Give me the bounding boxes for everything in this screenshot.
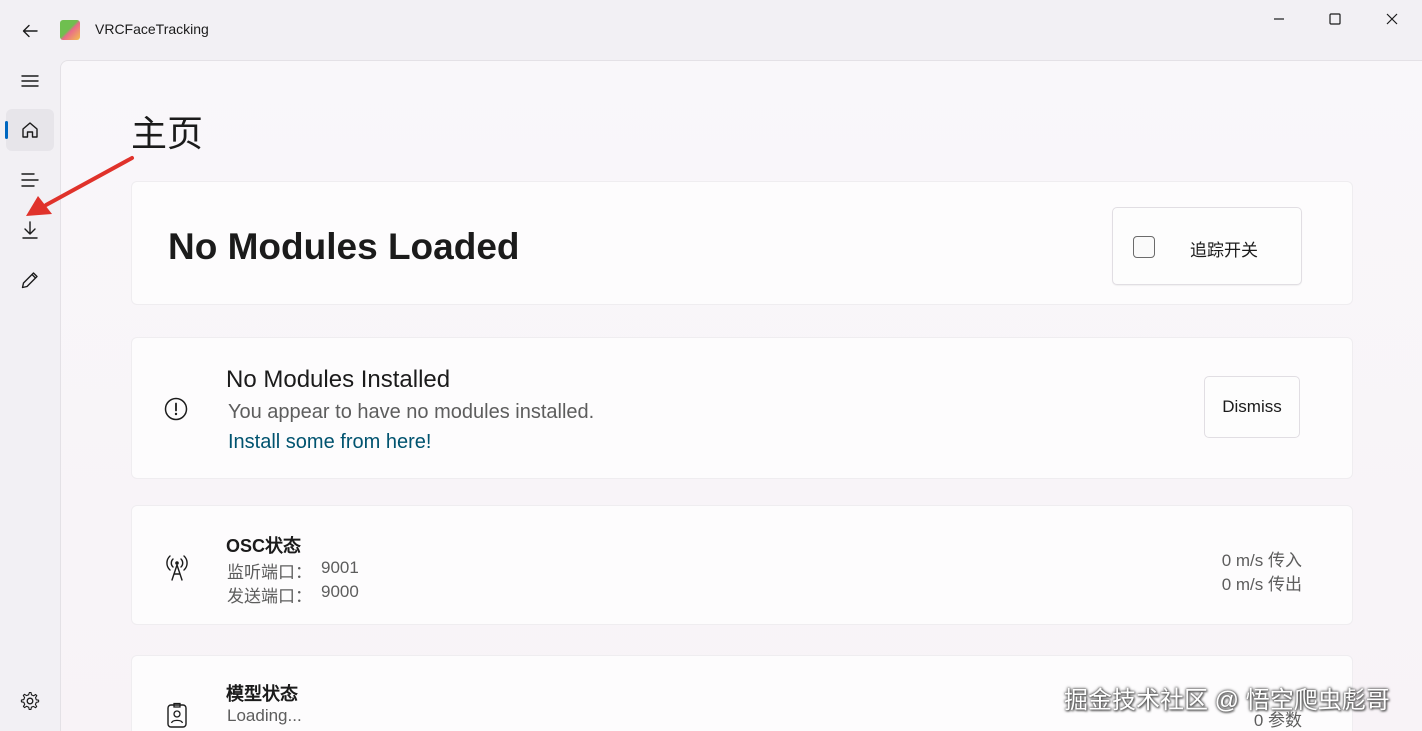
nav-item-download[interactable] bbox=[6, 209, 54, 251]
close-icon bbox=[1386, 13, 1398, 25]
app-title: VRCFaceTracking bbox=[95, 21, 209, 37]
list-icon bbox=[21, 173, 39, 187]
no-modules-notice: No Modules Installed You appear to have … bbox=[131, 337, 1353, 479]
gear-icon bbox=[20, 691, 40, 711]
nav-item-home[interactable] bbox=[6, 109, 54, 151]
install-modules-link[interactable]: Install some from here! bbox=[228, 431, 431, 454]
osc-status-card: OSC状态 监听端口： 9001 发送端口： 9000 0 m/s 传入 0 m… bbox=[131, 505, 1353, 625]
title-bar: VRCFaceTracking bbox=[0, 0, 1422, 60]
tracking-toggle[interactable]: 追踪开关 bbox=[1112, 207, 1302, 285]
maximize-button[interactable] bbox=[1312, 6, 1358, 32]
id-badge-icon bbox=[167, 702, 187, 728]
notice-message: You appear to have no modules installed. bbox=[228, 401, 595, 423]
notice-title: No Modules Installed bbox=[226, 366, 451, 393]
tracking-toggle-label: 追踪开关 bbox=[1190, 241, 1258, 260]
back-arrow-icon bbox=[22, 24, 38, 38]
listen-port-row: 监听端口： 9001 bbox=[227, 558, 359, 583]
hamburger-menu-button[interactable] bbox=[6, 60, 54, 102]
tracking-status-card: No Modules Loaded 追踪开关 bbox=[131, 181, 1353, 305]
osc-status-title: OSC状态 bbox=[226, 536, 302, 556]
broadcast-tower-icon bbox=[166, 555, 188, 581]
nav-item-list[interactable] bbox=[6, 159, 54, 201]
app-logo bbox=[60, 20, 80, 40]
watermark: 掘金技术社区 @ 悟空爬虫彪哥 bbox=[1064, 687, 1390, 714]
send-port-label: 发送端口： bbox=[227, 587, 312, 606]
modules-loaded-status: No Modules Loaded bbox=[168, 226, 520, 267]
back-button[interactable] bbox=[14, 16, 46, 46]
selected-indicator bbox=[5, 121, 8, 139]
incoming-rate: 0 m/s 传入 bbox=[1221, 551, 1302, 570]
send-port-value: 9000 bbox=[321, 582, 359, 601]
info-icon bbox=[164, 397, 188, 421]
main-content: 主页 No Modules Loaded 追踪开关 No Modules Ins… bbox=[60, 60, 1422, 731]
dismiss-button[interactable]: Dismiss bbox=[1204, 376, 1300, 438]
listen-port-value: 9001 bbox=[321, 558, 359, 577]
send-port-row: 发送端口： 9000 bbox=[227, 582, 359, 607]
tracking-checkbox[interactable] bbox=[1133, 236, 1155, 258]
hamburger-icon bbox=[21, 75, 39, 87]
nav-item-edit[interactable] bbox=[6, 259, 54, 301]
download-icon bbox=[22, 221, 38, 239]
maximize-icon bbox=[1329, 13, 1341, 25]
page-title: 主页 bbox=[131, 113, 204, 154]
outgoing-rate: 0 m/s 传出 bbox=[1221, 575, 1302, 594]
nav-item-settings[interactable] bbox=[6, 680, 54, 722]
home-icon bbox=[22, 122, 38, 138]
model-status-title: 模型状态 bbox=[226, 684, 298, 704]
model-loading-text: Loading... bbox=[227, 706, 302, 725]
listen-port-label: 监听端口： bbox=[227, 563, 312, 582]
close-button[interactable] bbox=[1369, 6, 1415, 32]
minimize-icon bbox=[1274, 18, 1284, 20]
minimize-button[interactable] bbox=[1256, 6, 1302, 32]
pencil-icon bbox=[21, 272, 38, 289]
